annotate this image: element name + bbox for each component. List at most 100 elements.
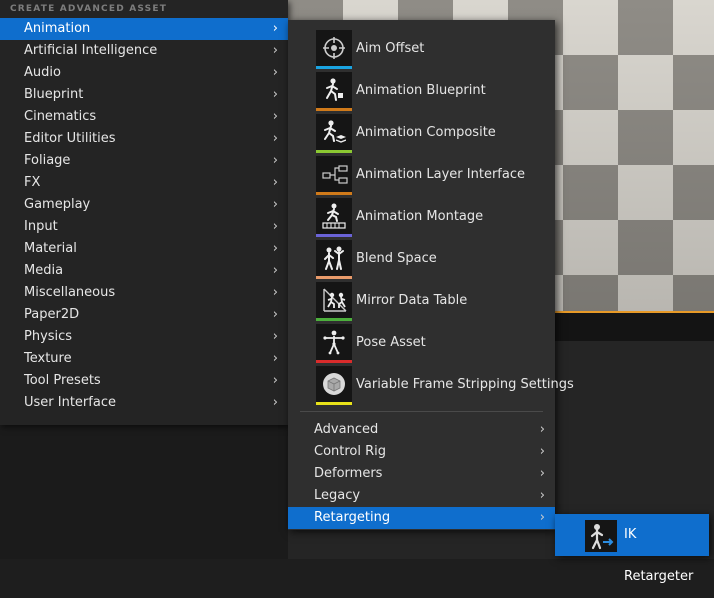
- chevron-right-icon: ›: [539, 466, 545, 481]
- chevron-right-icon: ›: [272, 241, 278, 256]
- variable-frame-stripping-icon: [316, 366, 352, 402]
- menu-item-animation[interactable]: Animation ›: [0, 18, 288, 40]
- submenu-item-retargeting[interactable]: Retargeting ›: [288, 507, 555, 529]
- asset-label: Animation Layer Interface: [356, 167, 525, 182]
- menu-item-label: Tool Presets: [24, 373, 101, 388]
- chevron-right-icon: ›: [272, 175, 278, 190]
- mirror-data-table-icon: [316, 282, 352, 318]
- menu-item-user-interface[interactable]: User Interface ›: [0, 392, 288, 414]
- animation-composite-icon: [316, 114, 352, 150]
- chevron-right-icon: ›: [272, 395, 278, 410]
- ik-retargeter-label: IK Retargeter: [624, 527, 694, 584]
- chevron-right-icon: ›: [272, 87, 278, 102]
- menu-item-label: Blueprint: [24, 87, 84, 102]
- menu-item-audio[interactable]: Audio ›: [0, 62, 288, 84]
- submenu-item-legacy[interactable]: Legacy ›: [288, 485, 555, 507]
- menu-item-label: Artificial Intelligence: [24, 43, 158, 58]
- animation-submenu: Aim Offset Animation Blueprint Animation C…: [288, 20, 574, 530]
- asset-label: Pose Asset: [356, 335, 426, 350]
- menu-item-paper2d[interactable]: Paper2D ›: [0, 304, 288, 326]
- asset-color-stripe: [316, 234, 352, 237]
- asset-color-stripe: [316, 276, 352, 279]
- menu-item-label: Editor Utilities: [24, 131, 116, 146]
- chevron-right-icon: ›: [539, 444, 545, 459]
- menu-item-label: FX: [24, 175, 41, 190]
- menu-item-editor-utilities[interactable]: Editor Utilities ›: [0, 128, 288, 150]
- chevron-right-icon: ›: [272, 21, 278, 36]
- asset-color-stripe: [316, 192, 352, 195]
- asset-label: Animation Composite: [356, 125, 496, 140]
- menu-item-variable-frame-stripping-settings[interactable]: Variable Frame Stripping Settings: [288, 366, 574, 408]
- submenu-item-deformers[interactable]: Deformers ›: [288, 463, 555, 485]
- menu-item-gameplay[interactable]: Gameplay ›: [0, 194, 288, 216]
- asset-color-stripe: [316, 402, 352, 405]
- asset-color-stripe: [316, 108, 352, 111]
- submenu-item-control-rig[interactable]: Control Rig ›: [288, 441, 555, 463]
- menu-item-animation-composite[interactable]: Animation Composite: [288, 114, 555, 156]
- menu-item-material[interactable]: Material ›: [0, 238, 288, 260]
- retargeting-submenu: IK Retargeter: [555, 514, 709, 584]
- submenu-item-label: Retargeting: [314, 510, 391, 525]
- menu-item-texture[interactable]: Texture ›: [0, 348, 288, 370]
- ik-retargeter-icon: [585, 520, 617, 552]
- submenu-item-advanced[interactable]: Advanced ›: [288, 419, 555, 441]
- menu-item-label: Media: [24, 263, 64, 278]
- asset-color-stripe: [316, 318, 352, 321]
- submenu-item-label: Deformers: [314, 466, 383, 481]
- menu-item-animation-blueprint[interactable]: Animation Blueprint: [288, 72, 555, 114]
- menu-item-artificial-intelligence[interactable]: Artificial Intelligence ›: [0, 40, 288, 62]
- menu-item-tool-presets[interactable]: Tool Presets ›: [0, 370, 288, 392]
- menu-item-input[interactable]: Input ›: [0, 216, 288, 238]
- asset-label: Aim Offset: [356, 41, 425, 56]
- create-advanced-asset-menu: CREATE ADVANCED ASSET Animation › Artifici…: [0, 0, 288, 425]
- chevron-right-icon: ›: [539, 422, 545, 437]
- chevron-right-icon: ›: [272, 263, 278, 278]
- submenu-item-label: Legacy: [314, 488, 361, 503]
- chevron-right-icon: ›: [272, 219, 278, 234]
- menu-item-label: Material: [24, 241, 77, 256]
- submenu-item-label: Advanced: [314, 422, 379, 437]
- asset-label: Variable Frame Stripping Settings: [356, 377, 574, 392]
- menu-item-animation-montage[interactable]: Animation Montage: [288, 198, 555, 240]
- submenu-item-label: Control Rig: [314, 444, 387, 459]
- menu-item-fx[interactable]: FX ›: [0, 172, 288, 194]
- chevron-right-icon: ›: [272, 285, 278, 300]
- menu-item-label: Physics: [24, 329, 73, 344]
- menu-item-media[interactable]: Media ›: [0, 260, 288, 282]
- aim-offset-icon: [316, 30, 352, 66]
- chevron-right-icon: ›: [272, 131, 278, 146]
- chevron-right-icon: ›: [272, 329, 278, 344]
- menu-item-aim-offset[interactable]: Aim Offset: [288, 30, 555, 72]
- menu-item-label: Miscellaneous: [24, 285, 116, 300]
- asset-label: Animation Montage: [356, 209, 484, 224]
- animation-montage-icon: [316, 198, 352, 234]
- asset-color-stripe: [316, 150, 352, 153]
- menu-item-label: Animation: [24, 21, 91, 36]
- asset-label: Animation Blueprint: [356, 83, 486, 98]
- submenu-divider: [300, 411, 543, 412]
- chevron-right-icon: ›: [272, 65, 278, 80]
- menu-item-blend-space[interactable]: Blend Space: [288, 240, 555, 282]
- menu-item-physics[interactable]: Physics ›: [0, 326, 288, 348]
- chevron-right-icon: ›: [272, 153, 278, 168]
- chevron-right-icon: ›: [272, 197, 278, 212]
- menu-item-blueprint[interactable]: Blueprint ›: [0, 84, 288, 106]
- menu-item-label: Foliage: [24, 153, 71, 168]
- menu-item-foliage[interactable]: Foliage ›: [0, 150, 288, 172]
- menu-item-mirror-data-table[interactable]: Mirror Data Table: [288, 282, 555, 324]
- menu-item-label: Paper2D: [24, 307, 80, 322]
- menu-item-cinematics[interactable]: Cinematics ›: [0, 106, 288, 128]
- menu-item-label: Gameplay: [24, 197, 91, 212]
- asset-color-stripe: [316, 66, 352, 69]
- menu-item-animation-layer-interface[interactable]: Animation Layer Interface: [288, 156, 555, 198]
- menu-item-ik-retargeter[interactable]: IK Retargeter: [555, 514, 709, 584]
- chevron-right-icon: ›: [272, 351, 278, 366]
- animation-blueprint-icon: [316, 72, 352, 108]
- chevron-right-icon: ›: [539, 488, 545, 503]
- asset-label: Blend Space: [356, 251, 437, 266]
- content-area: [0, 425, 288, 559]
- menu-item-pose-asset[interactable]: Pose Asset: [288, 324, 555, 366]
- chevron-right-icon: ›: [539, 510, 545, 525]
- menu-item-miscellaneous[interactable]: Miscellaneous ›: [0, 282, 288, 304]
- menu-item-label: Texture: [24, 351, 72, 366]
